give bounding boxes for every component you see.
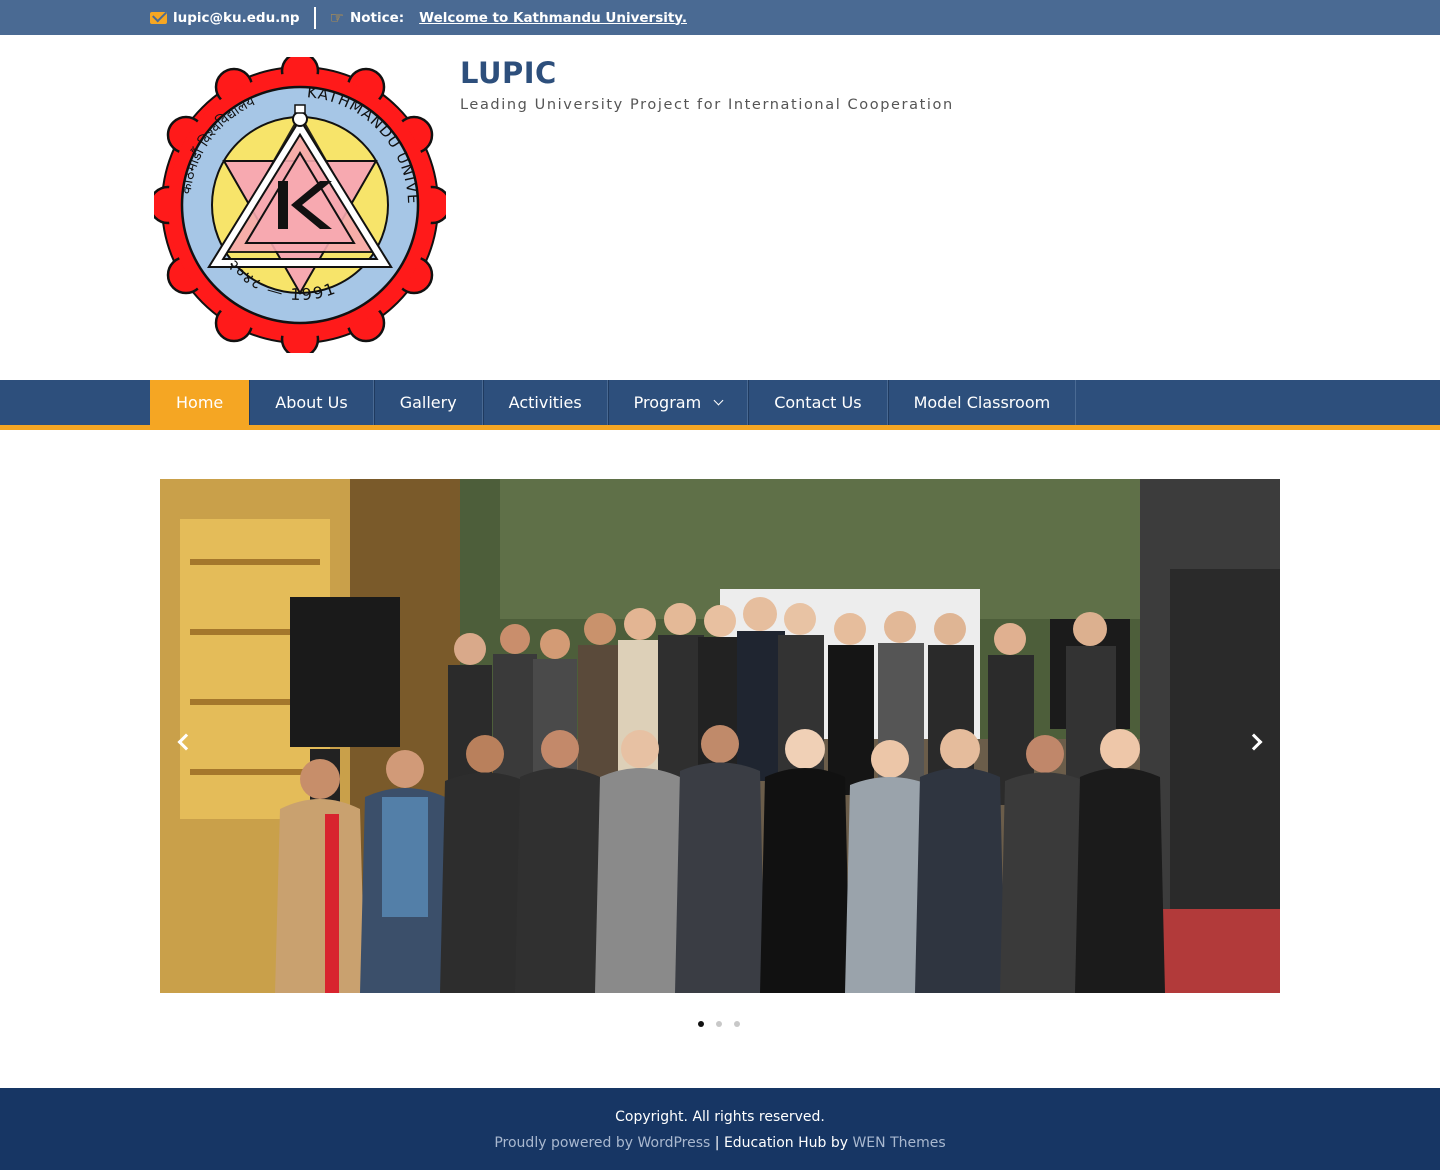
footer-credits: Proudly powered by WordPress | Education… [0, 1135, 1440, 1151]
nav-item-label: Contact Us [774, 393, 862, 412]
nav-item-program[interactable]: Program [607, 380, 749, 425]
slider-dot[interactable] [734, 1021, 740, 1027]
nav-item-about-us[interactable]: About Us [249, 380, 374, 425]
slider-prev-button[interactable] [174, 730, 195, 756]
envelope-icon [150, 11, 167, 24]
hand-pointer-icon: ☞ [329, 7, 344, 27]
nav-item-label: Gallery [399, 393, 457, 412]
slider-pagination [698, 1021, 752, 1027]
nav-item-home[interactable]: Home [150, 380, 250, 425]
nav-item-label: Activities [508, 393, 582, 412]
top-bar: lupic@ku.edu.np ☞ Notice: Welcome to Kat… [0, 0, 1440, 35]
chevron-down-icon [713, 395, 724, 406]
nav-item-gallery[interactable]: Gallery [373, 380, 483, 425]
theme-author-link[interactable]: WEN Themes [852, 1135, 945, 1151]
nav-item-contact-us[interactable]: Contact Us [748, 380, 888, 425]
chevron-right-icon [1245, 733, 1263, 751]
hero-slider-image [160, 479, 1280, 993]
site-logo[interactable]: KATHMANDU UNIVERSITY काठमाडौं विश्वविद्य… [148, 43, 452, 359]
nav-item-label: Home [176, 393, 224, 412]
notice-label: Notice: [349, 9, 405, 26]
slider-dot[interactable] [716, 1021, 722, 1027]
site-footer [0, 1088, 1440, 1170]
slider-next-button[interactable] [1245, 730, 1268, 756]
notice-link[interactable]: Welcome to Kathmandu University. [419, 10, 687, 26]
nav-item-model-classroom[interactable]: Model Classroom [887, 380, 1077, 425]
nav-item-activities[interactable]: Activities [482, 380, 608, 425]
nav-item-label: Program [633, 393, 702, 412]
nav-item-label: Model Classroom [913, 393, 1051, 412]
site-tagline: Leading University Project for Internati… [460, 97, 954, 113]
theme-name: Education Hub [723, 1135, 827, 1151]
footer-copyright: Copyright. All rights reserved. [615, 1109, 825, 1125]
main-nav: Home About Us Gallery Activities Program… [150, 380, 1077, 425]
credits-separator: | [710, 1135, 724, 1151]
nav-item-label: About Us [275, 393, 348, 412]
topbar-divider [313, 6, 316, 29]
contact-email[interactable]: lupic@ku.edu.np [173, 10, 300, 26]
site-title[interactable]: LUPIC [460, 56, 557, 90]
chevron-left-icon [177, 733, 195, 751]
nav-accent-line [0, 425, 1440, 430]
powered-by-link[interactable]: Proudly powered by WordPress [494, 1135, 710, 1151]
slider-dot[interactable] [698, 1021, 704, 1027]
credits-by: by [826, 1135, 853, 1151]
